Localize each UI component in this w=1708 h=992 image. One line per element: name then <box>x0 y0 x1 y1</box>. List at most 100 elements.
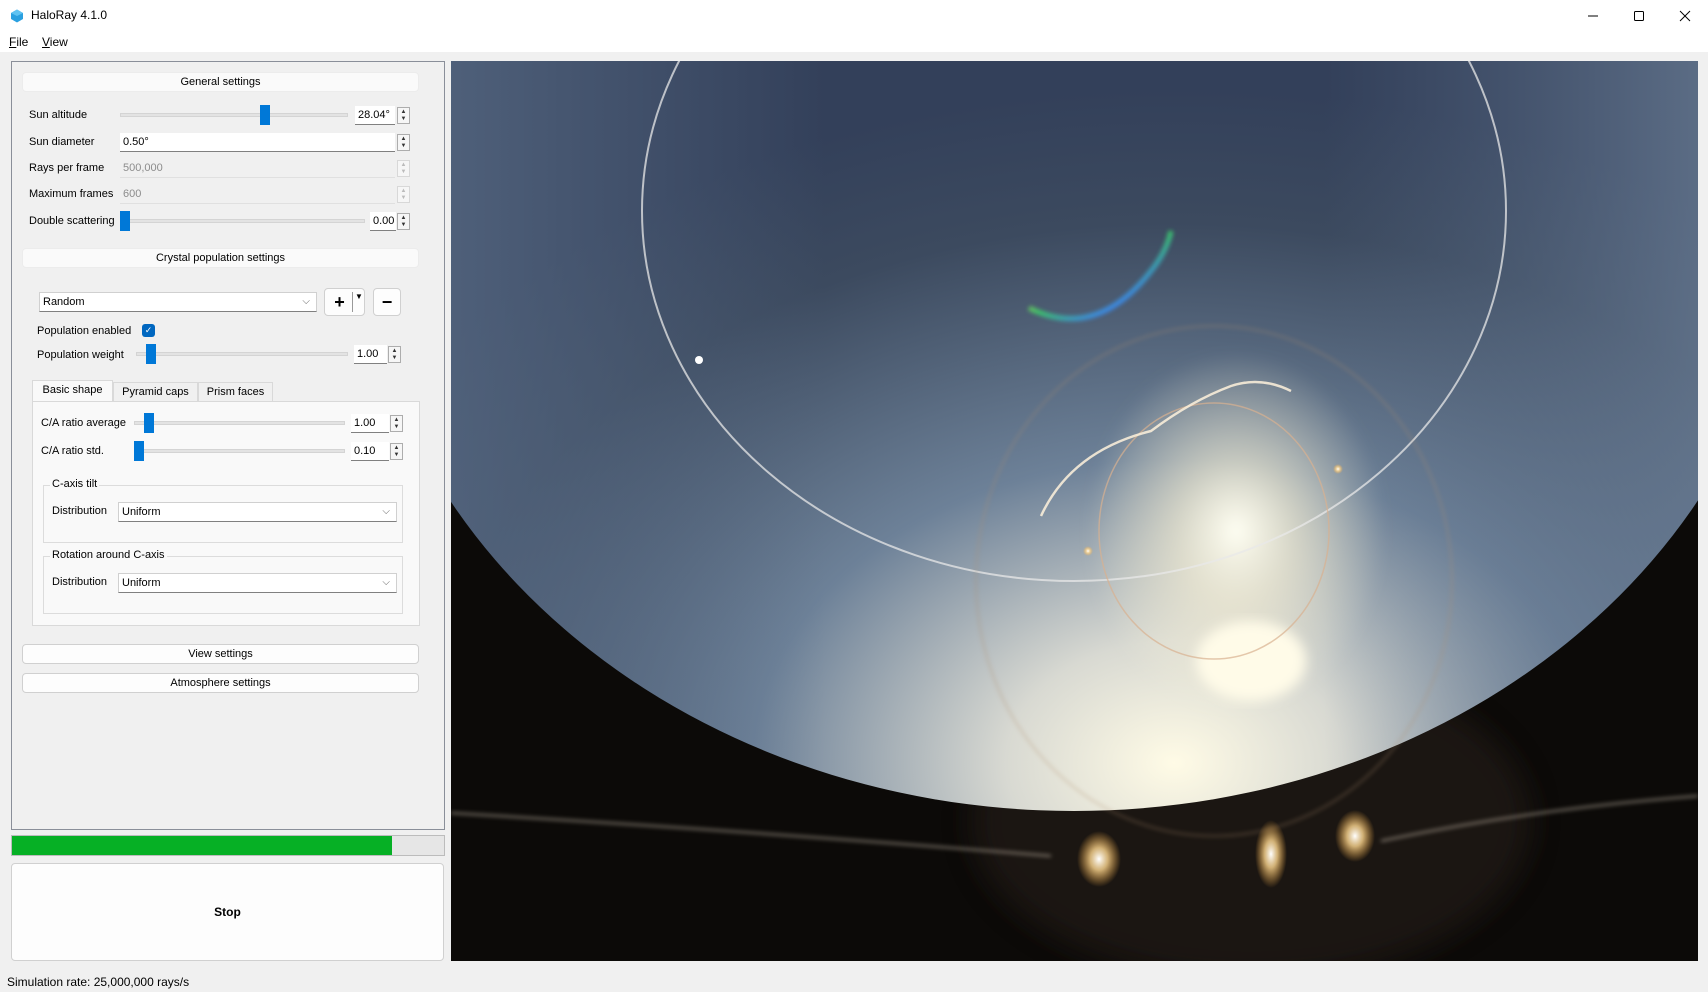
double-scattering-label: Double scattering <box>29 215 115 227</box>
maximum-frames-spin-buttons: ▲ ▼ <box>397 186 410 203</box>
rotation-distribution-value: Uniform <box>122 577 161 589</box>
app-icon <box>11 9 23 23</box>
ca-ratio-average-spin-buttons[interactable]: ▲ ▼ <box>390 415 403 432</box>
rays-per-frame-label: Rays per frame <box>29 162 105 174</box>
population-weight-label: Population weight <box>37 349 124 361</box>
population-weight-spin-buttons[interactable]: ▲ ▼ <box>388 346 401 363</box>
tab-prism-faces[interactable]: Prism faces <box>198 382 273 402</box>
ca-ratio-std-slider-handle[interactable] <box>134 441 144 461</box>
minimize-icon <box>1588 15 1598 17</box>
window-title: HaloRay 4.1.0 <box>31 8 108 22</box>
c-axis-tilt-title: C-axis tilt <box>50 478 100 490</box>
close-button[interactable] <box>1662 0 1708 32</box>
menu-file[interactable]: File <box>9 35 28 49</box>
spin-up-icon: ▲ <box>400 214 407 221</box>
title-bar: HaloRay 4.1.0 <box>0 0 1708 32</box>
sun-altitude-slider-handle[interactable] <box>259 105 270 125</box>
double-scattering-input[interactable]: 0.00 <box>370 212 396 231</box>
spin-down-icon: ▼ <box>400 143 407 150</box>
rotation-distribution-select[interactable]: Uniform ⌵ <box>118 573 397 593</box>
close-icon <box>1679 10 1691 22</box>
population-weight-input[interactable]: 1.00 <box>354 345 387 364</box>
tab-basic-shape[interactable]: Basic shape <box>32 380 113 402</box>
sun-disk <box>1196 621 1306 701</box>
ca-ratio-std-spin-buttons[interactable]: ▲ ▼ <box>390 443 403 460</box>
spin-down-icon: ▼ <box>400 222 407 229</box>
population-weight-slider[interactable] <box>136 352 348 356</box>
menu-view[interactable]: View <box>42 35 68 49</box>
sun-diameter-input[interactable]: 0.50° <box>120 133 395 152</box>
halo-render-view[interactable] <box>451 61 1698 961</box>
population-enabled-checkbox[interactable]: ✓ <box>142 324 155 337</box>
maximize-icon <box>1634 11 1644 21</box>
sun-altitude-input[interactable]: 28.04° <box>355 106 395 125</box>
spin-down-icon: ▼ <box>400 169 407 176</box>
sun-diameter-spin-buttons[interactable]: ▲ ▼ <box>397 134 410 151</box>
population-select-value: Random <box>43 296 85 308</box>
menu-file-rest: ile <box>16 35 29 49</box>
crystal-population-header[interactable]: Crystal population settings <box>22 248 419 268</box>
ca-ratio-std-input[interactable]: 0.10 <box>351 442 389 461</box>
double-scattering-spin-buttons[interactable]: ▲ ▼ <box>397 213 410 230</box>
status-bar-text: Simulation rate: 25,000,000 rays/s <box>7 975 190 989</box>
rotation-c-axis-title: Rotation around C-axis <box>50 549 167 561</box>
c-axis-tilt-group: C-axis tilt Distribution Uniform ⌵ <box>43 478 403 543</box>
spin-up-icon: ▲ <box>400 135 407 142</box>
population-weight-slider-handle[interactable] <box>146 344 157 364</box>
spin-up-icon: ▲ <box>393 416 400 423</box>
tab-pyramid-caps[interactable]: Pyramid caps <box>113 382 198 402</box>
chevron-down-icon: ⌵ <box>382 577 390 588</box>
double-scattering-slider-handle[interactable] <box>120 211 130 231</box>
general-settings-header[interactable]: General settings <box>22 72 419 92</box>
halo-render-image <box>451 61 1698 961</box>
stop-button[interactable]: Stop <box>11 863 444 961</box>
menu-bar: File View <box>0 32 1708 52</box>
checkmark-icon: ✓ <box>144 325 153 335</box>
remove-population-button[interactable]: − <box>373 288 401 316</box>
spin-down-icon: ▼ <box>400 116 407 123</box>
view-settings-button[interactable]: View settings <box>22 644 419 664</box>
rotation-c-axis-group: Rotation around C-axis Distribution Unif… <box>43 549 403 614</box>
maximize-button[interactable] <box>1616 0 1662 32</box>
atmosphere-settings-button[interactable]: Atmosphere settings <box>22 673 419 693</box>
spin-up-icon: ▲ <box>400 161 407 168</box>
dropdown-arrow-icon: ▼ <box>355 292 363 301</box>
spin-down-icon: ▼ <box>391 355 398 362</box>
rotation-distribution-label: Distribution <box>52 576 108 588</box>
add-population-button[interactable]: + ▼ <box>324 288 365 316</box>
chevron-down-icon: ⌵ <box>302 296 310 307</box>
menu-view-rest: iew <box>49 35 68 49</box>
minimize-button[interactable] <box>1570 0 1616 32</box>
ca-ratio-average-slider[interactable] <box>134 421 345 425</box>
parhelion-left-upper <box>1083 546 1093 556</box>
basic-shape-tab-pane: C/A ratio average 1.00 ▲ ▼ C/A ratio std.… <box>32 401 420 626</box>
ca-ratio-std-slider[interactable] <box>134 449 345 453</box>
c-axis-tilt-distribution-value: Uniform <box>122 506 161 518</box>
sun-altitude-slider[interactable] <box>120 113 348 117</box>
sun-altitude-spin-buttons[interactable]: ▲ ▼ <box>397 107 410 124</box>
sun-altitude-label: Sun altitude <box>29 109 88 121</box>
spin-down-icon: ▼ <box>393 452 400 459</box>
rays-per-frame-spin-buttons: ▲ ▼ <box>397 160 410 177</box>
c-axis-tilt-distribution-label: Distribution <box>52 505 108 517</box>
plus-icon: + <box>334 291 345 312</box>
population-select[interactable]: Random ⌵ <box>39 292 317 312</box>
120-parhelion-left <box>695 356 703 364</box>
parhelion-right-upper <box>1333 464 1343 474</box>
add-dropdown-divider <box>352 292 353 312</box>
population-enabled-label: Population enabled <box>37 325 132 337</box>
maximum-frames-input: 600 <box>120 185 395 204</box>
spin-up-icon: ▲ <box>400 187 407 194</box>
c-axis-tilt-distribution-select[interactable]: Uniform ⌵ <box>118 502 397 522</box>
minus-icon: − <box>381 291 393 312</box>
spin-down-icon: ▼ <box>393 424 400 431</box>
maximum-frames-label: Maximum frames <box>29 188 114 200</box>
ca-ratio-average-slider-handle[interactable] <box>144 413 155 433</box>
rays-per-frame-input: 500,000 <box>120 159 395 178</box>
ca-ratio-average-input[interactable]: 1.00 <box>351 414 389 433</box>
simulation-progress-bar <box>11 835 445 856</box>
double-scattering-slider[interactable] <box>120 219 365 223</box>
subparhelion-left <box>1077 831 1121 887</box>
sun-diameter-label: Sun diameter <box>29 136 95 148</box>
subsun <box>1255 820 1287 888</box>
